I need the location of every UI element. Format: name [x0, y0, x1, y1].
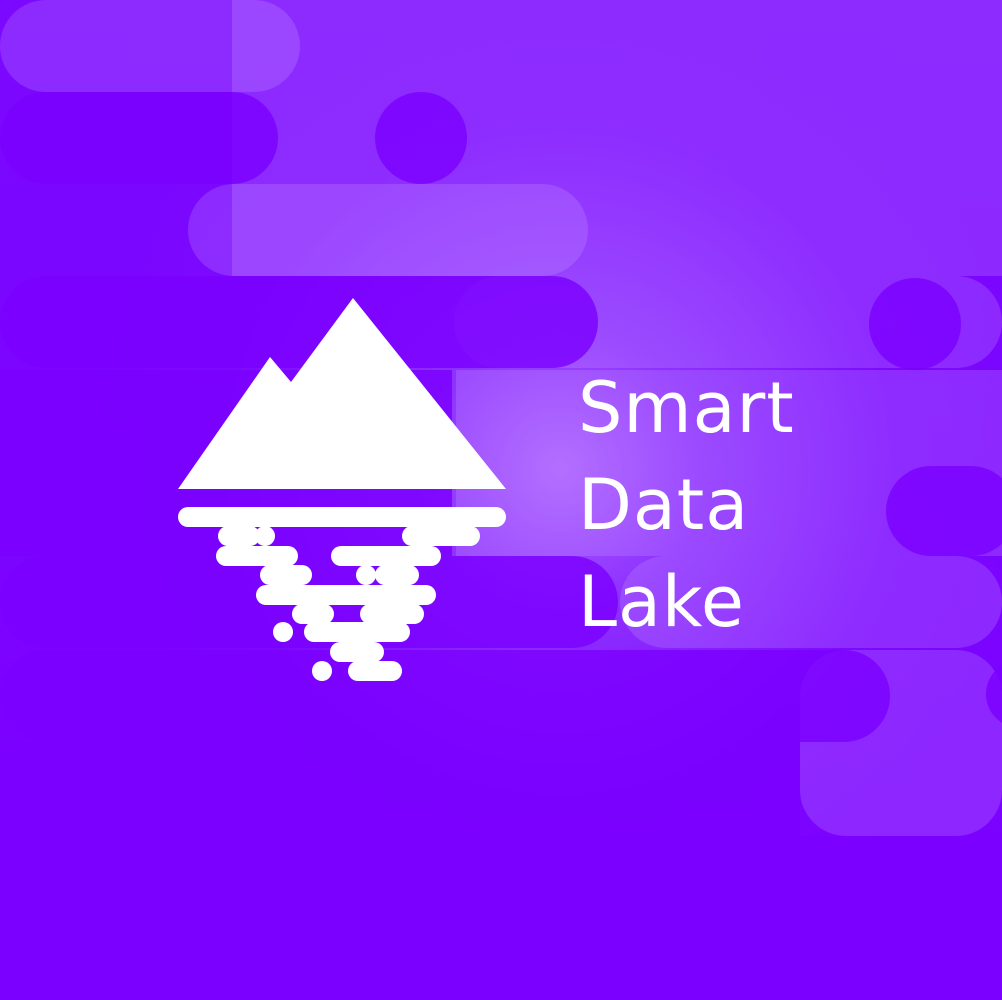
- water-dot-2: [356, 565, 376, 585]
- water-line-2-left: [218, 526, 260, 546]
- water-line-6-left: [292, 604, 334, 624]
- water-line-2-right: [402, 526, 480, 546]
- background-cloud-upper-mass: [232, 92, 1002, 276]
- water-line-7: [304, 622, 410, 642]
- background-cloud-top-band: [232, 0, 1002, 92]
- water-line-3-right: [331, 546, 441, 566]
- water-dot-4: [312, 661, 332, 681]
- water-line-4-right: [375, 565, 419, 585]
- mountain-lake-icon: [178, 298, 506, 681]
- water-line-5-right: [356, 585, 436, 605]
- water-line-9: [330, 642, 384, 662]
- background-cutout-left-upper: [0, 92, 278, 184]
- background-dot-right-upper: [869, 278, 961, 370]
- brand-line-data: Data: [578, 464, 750, 546]
- brand-line-smart: Smart: [578, 367, 795, 449]
- water-line-1: [178, 507, 506, 527]
- mountain-peaks-icon: [178, 298, 506, 489]
- water-line-6-right: [360, 604, 424, 624]
- background-cutout-bottom-right: [798, 836, 1002, 1000]
- water-dot-3: [273, 622, 293, 642]
- background-cutout-bottom-mass: [0, 742, 800, 1000]
- brand-line-lake: Lake: [578, 561, 746, 643]
- background-dot-top: [375, 92, 467, 184]
- water-line-4-left: [260, 565, 312, 585]
- water-line-3-left: [216, 546, 298, 566]
- splash-canvas: Smart Data Lake: [0, 0, 1002, 1000]
- brand-wordmark: Smart Data Lake: [578, 360, 878, 651]
- background-pill-right: [886, 466, 1002, 556]
- water-dot-1: [255, 526, 275, 546]
- water-line-8: [348, 661, 402, 681]
